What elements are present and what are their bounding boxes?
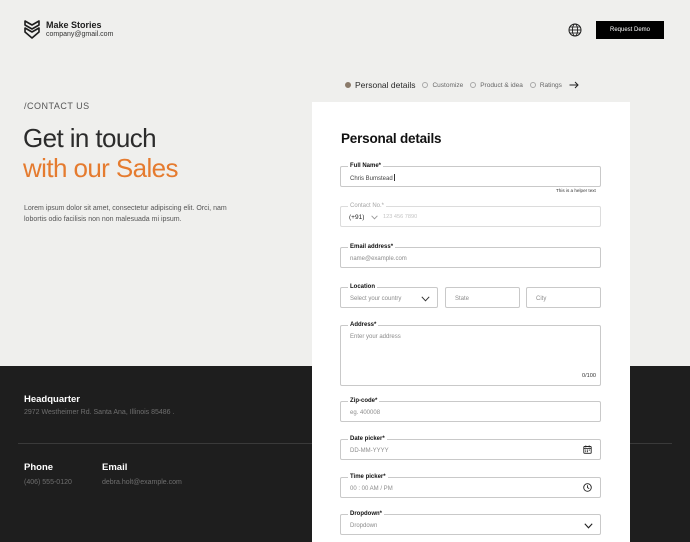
state-placeholder: State	[455, 296, 470, 302]
country-chevron-down-icon	[421, 296, 430, 302]
dropdown-placeholder: Dropdown	[350, 523, 378, 529]
step-customize[interactable]: Customize	[422, 82, 463, 89]
email-title: Email	[102, 462, 128, 473]
email-address-label: Email address*	[348, 243, 396, 251]
step-label: Customize	[432, 81, 464, 89]
step-label: Personal details	[355, 80, 416, 90]
date-picker-label: Date picker*	[348, 435, 387, 443]
form-title: Personal details	[341, 131, 442, 146]
phone-number-placeholder: 123 456 7890	[383, 214, 418, 220]
dropdown-chevron-down-icon	[584, 523, 593, 529]
hero-headline: Get in touch with our Sales	[23, 123, 179, 183]
headquarter-address: 2972 Westheimer Rd. Santa Ana, Illinois …	[24, 409, 175, 416]
headquarter-title: Headquarter	[24, 394, 80, 405]
date-placeholder: DD-MM-YYYY	[350, 448, 389, 454]
full-name-field[interactable]: Full Name* Chris Bumstead	[340, 162, 601, 187]
zip-code-field[interactable]: Zip-code* eg. 400008	[340, 397, 601, 422]
contact-us-eyebrow: /CONTACT US	[24, 101, 90, 111]
address-placeholder: Enter your address	[350, 334, 401, 340]
time-placeholder: 00 : 00 AM / PM	[350, 486, 393, 492]
time-picker-label: Time picker*	[348, 473, 388, 481]
step-label: Product & idea	[480, 81, 523, 89]
contact-number-label: Contact No.*	[348, 202, 387, 210]
zip-code-label: Zip-code*	[348, 397, 380, 405]
country-select[interactable]: Location Select your country	[340, 283, 438, 308]
contact-number-field[interactable]: Contact No.* (+91) 123 456 7890	[340, 202, 601, 227]
country-code-select[interactable]: (+91)	[349, 214, 364, 221]
country-code-chevron-down-icon[interactable]	[371, 215, 378, 220]
brand-logo-link[interactable]: Make Stories company@gmail.com	[24, 20, 113, 39]
step-ratings[interactable]: Ratings	[529, 81, 562, 89]
zip-code-placeholder: eg. 400008	[350, 410, 381, 416]
step-label: Ratings	[539, 81, 562, 89]
address-label: Address*	[348, 321, 379, 329]
request-demo-button[interactable]: Request Demo	[596, 21, 664, 39]
step-dot-icon	[470, 82, 477, 88]
country-placeholder: Select your country	[350, 296, 402, 302]
text-caret	[393, 174, 395, 181]
date-picker-field[interactable]: Date picker* DD-MM-YYYY	[340, 435, 601, 460]
state-input[interactable]: State	[445, 287, 520, 308]
headline-line-1: Get in touch	[23, 123, 157, 153]
calendar-icon[interactable]	[583, 445, 592, 454]
hero-description: Lorem ipsum dolor sit amet, consectetur …	[24, 205, 227, 223]
phone-title: Phone	[24, 462, 54, 473]
city-placeholder: City	[536, 296, 547, 302]
address-char-counter: 0/100	[582, 373, 596, 379]
next-step-arrow-icon[interactable]	[569, 81, 579, 89]
dropdown-select[interactable]: Dropdown* Dropdown	[340, 510, 601, 535]
headline-line-2: with our Sales	[23, 153, 179, 183]
step-product-idea[interactable]: Product & idea	[470, 82, 523, 89]
full-name-value-wrap: Chris Bumstead	[350, 174, 395, 183]
email-address-placeholder: name@example.com	[350, 256, 407, 262]
full-name-helper-text: This is a helper text	[556, 188, 596, 193]
dropdown-label: Dropdown*	[348, 510, 384, 518]
full-name-value: Chris Bumstead	[350, 176, 393, 182]
full-name-label: Full Name*	[348, 162, 384, 170]
location-label: Location	[348, 283, 377, 291]
email-value[interactable]: debra.holt@example.com	[102, 479, 182, 486]
make-stories-logo-icon	[24, 20, 40, 39]
city-input[interactable]: City	[526, 287, 601, 308]
time-picker-field[interactable]: Time picker* 00 : 00 AM / PM	[340, 473, 601, 498]
brand-email: company@gmail.com	[46, 30, 114, 38]
address-textarea[interactable]: Address* Enter your address 0/100	[340, 321, 601, 386]
language-globe-icon[interactable]	[568, 23, 582, 37]
form-stepper: Personal details Customize Product & ide…	[345, 79, 579, 91]
step-dot-icon	[422, 82, 429, 88]
brand-name: Make Stories	[46, 20, 102, 31]
email-address-field[interactable]: Email address* name@example.com	[340, 243, 601, 268]
step-personal-details[interactable]: Personal details	[345, 80, 415, 90]
phone-value[interactable]: (406) 555-0120	[24, 479, 72, 486]
step-dot-icon	[529, 82, 536, 88]
step-active-dot-icon	[345, 82, 351, 88]
clock-icon[interactable]	[583, 483, 592, 492]
contact-form-card: Personal details Full Name* Chris Bumste…	[312, 102, 630, 542]
